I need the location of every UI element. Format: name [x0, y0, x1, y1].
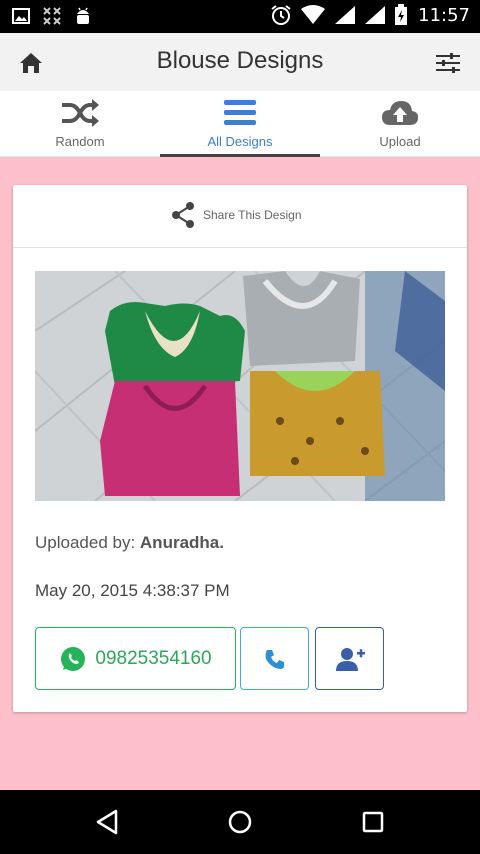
sliders-icon — [436, 53, 460, 73]
add-contact-button[interactable] — [315, 627, 384, 690]
signal-icon — [335, 6, 356, 24]
recents-icon — [362, 811, 384, 833]
page-title: Blouse Designs — [156, 47, 324, 74]
tab-upload-label: Upload — [379, 134, 421, 149]
system-nav-bar — [0, 790, 480, 854]
status-system: 11:57 — [270, 4, 470, 26]
back-icon — [96, 809, 118, 835]
shuffle-icon — [62, 99, 99, 127]
battery-icon — [395, 4, 408, 25]
phone-number: 09825354160 — [95, 647, 212, 669]
app-bar: Blouse Designs — [0, 33, 480, 91]
alarm-icon — [271, 5, 291, 25]
tab-all-designs-label: All Designs — [207, 134, 273, 149]
tab-random-label: Random — [55, 134, 105, 149]
share-row: Share This Design — [13, 185, 467, 248]
tab-bar: Random All Designs Upload — [0, 91, 480, 157]
share-icon — [172, 202, 194, 228]
uploader-name: Anuradha. — [139, 533, 224, 552]
design-card: Share This Design Uploaded by: Anuradha.… — [13, 185, 467, 712]
share-button[interactable]: Share This Design — [169, 201, 302, 229]
status-bar: 11:57 — [0, 0, 480, 33]
phone-icon — [265, 649, 284, 669]
upload-date: May 20, 2015 4:38:37 PM — [35, 581, 230, 600]
home-nav-button[interactable] — [224, 808, 256, 836]
status-notifications — [12, 6, 92, 26]
tab-upload[interactable]: Upload — [320, 91, 480, 157]
share-label: Share This Design — [203, 208, 302, 222]
recents-button[interactable] — [357, 808, 389, 836]
blouse-photo-image — [35, 271, 445, 501]
design-photo[interactable] — [35, 271, 445, 501]
apps-icon — [43, 7, 61, 25]
wifi-icon — [301, 5, 326, 24]
whatsapp-icon — [61, 646, 86, 671]
tab-all-designs[interactable]: All Designs — [160, 91, 320, 157]
settings-button[interactable] — [434, 49, 462, 77]
uploaded-by: Uploaded by: Anuradha. — [35, 533, 224, 553]
whatsapp-button[interactable]: 09825354160 — [35, 627, 236, 690]
uploaded-by-label: Uploaded by: — [35, 533, 140, 552]
android-icon — [77, 7, 89, 24]
home-circle-icon — [228, 810, 252, 834]
status-time: 11:57 — [418, 4, 470, 26]
call-button[interactable] — [240, 627, 309, 690]
menu-icon — [224, 100, 256, 125]
back-button[interactable] — [92, 808, 124, 836]
signal-icon-2 — [365, 6, 386, 24]
cloud-upload-icon — [382, 101, 419, 125]
tab-indicator — [160, 154, 320, 157]
add-contact-icon — [335, 647, 365, 671]
tab-random[interactable]: Random — [0, 91, 160, 157]
image-icon — [12, 8, 30, 24]
